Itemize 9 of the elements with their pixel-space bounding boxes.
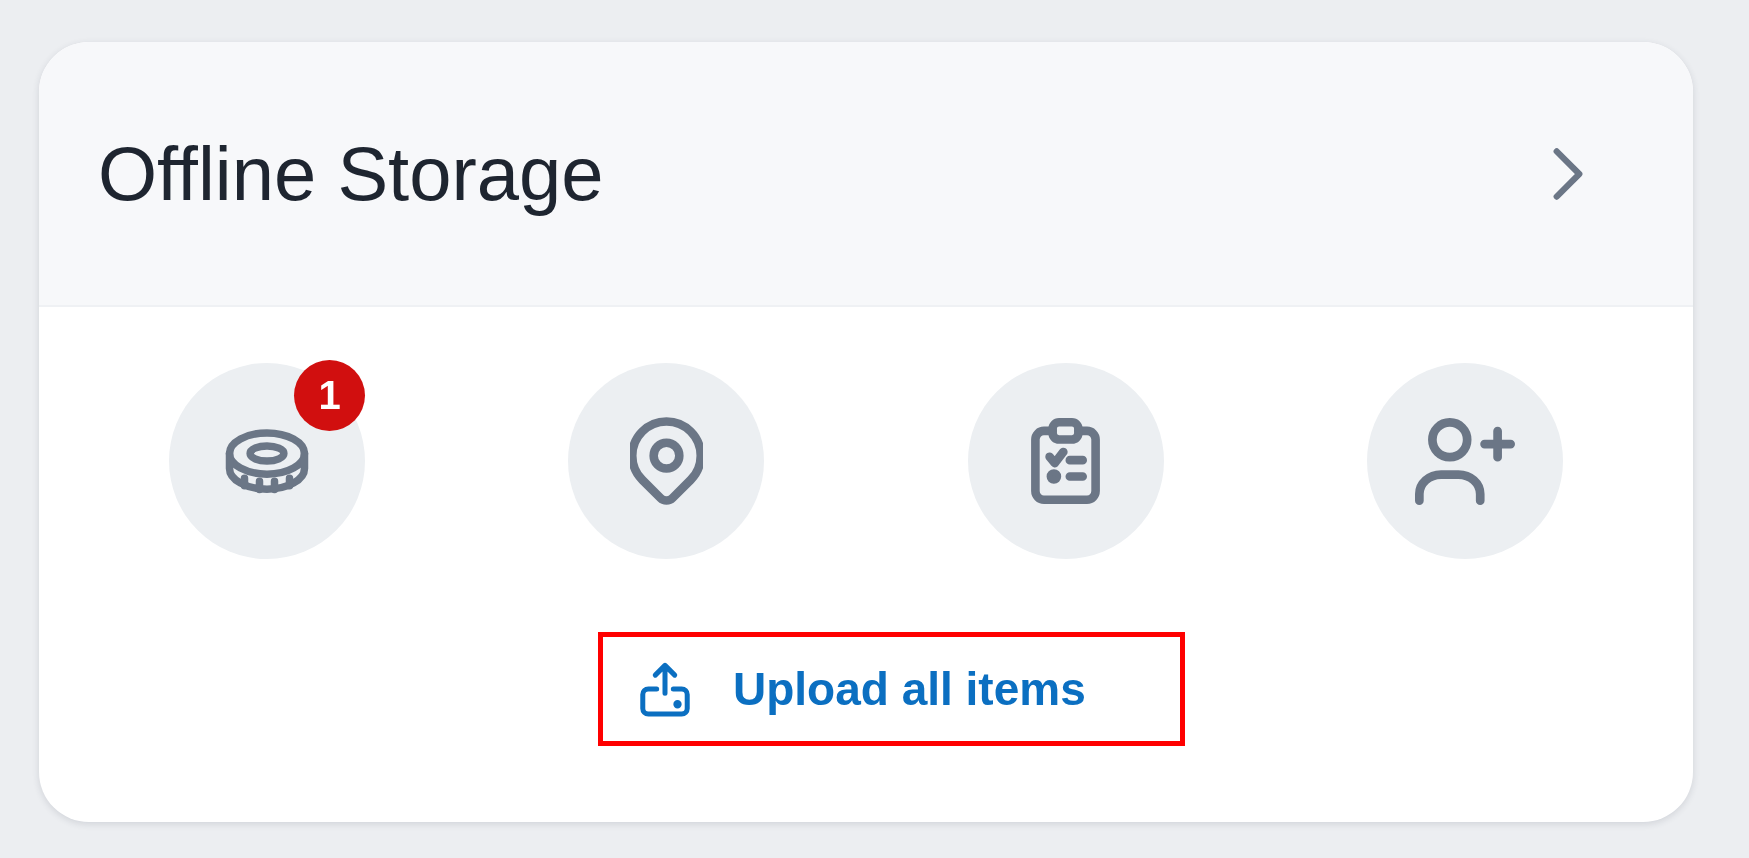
upload-icon (640, 661, 690, 717)
user-plus-icon (1415, 417, 1515, 505)
card-header[interactable]: Offline Storage (39, 42, 1693, 307)
map-pin-icon (629, 415, 703, 507)
chevron-right-icon[interactable] (1553, 147, 1583, 200)
clipboard-checklist-icon (1031, 418, 1101, 504)
card-title: Offline Storage (98, 130, 604, 217)
upload-button[interactable]: Upload all items (603, 637, 1180, 741)
notification-badge: 1 (294, 360, 365, 431)
